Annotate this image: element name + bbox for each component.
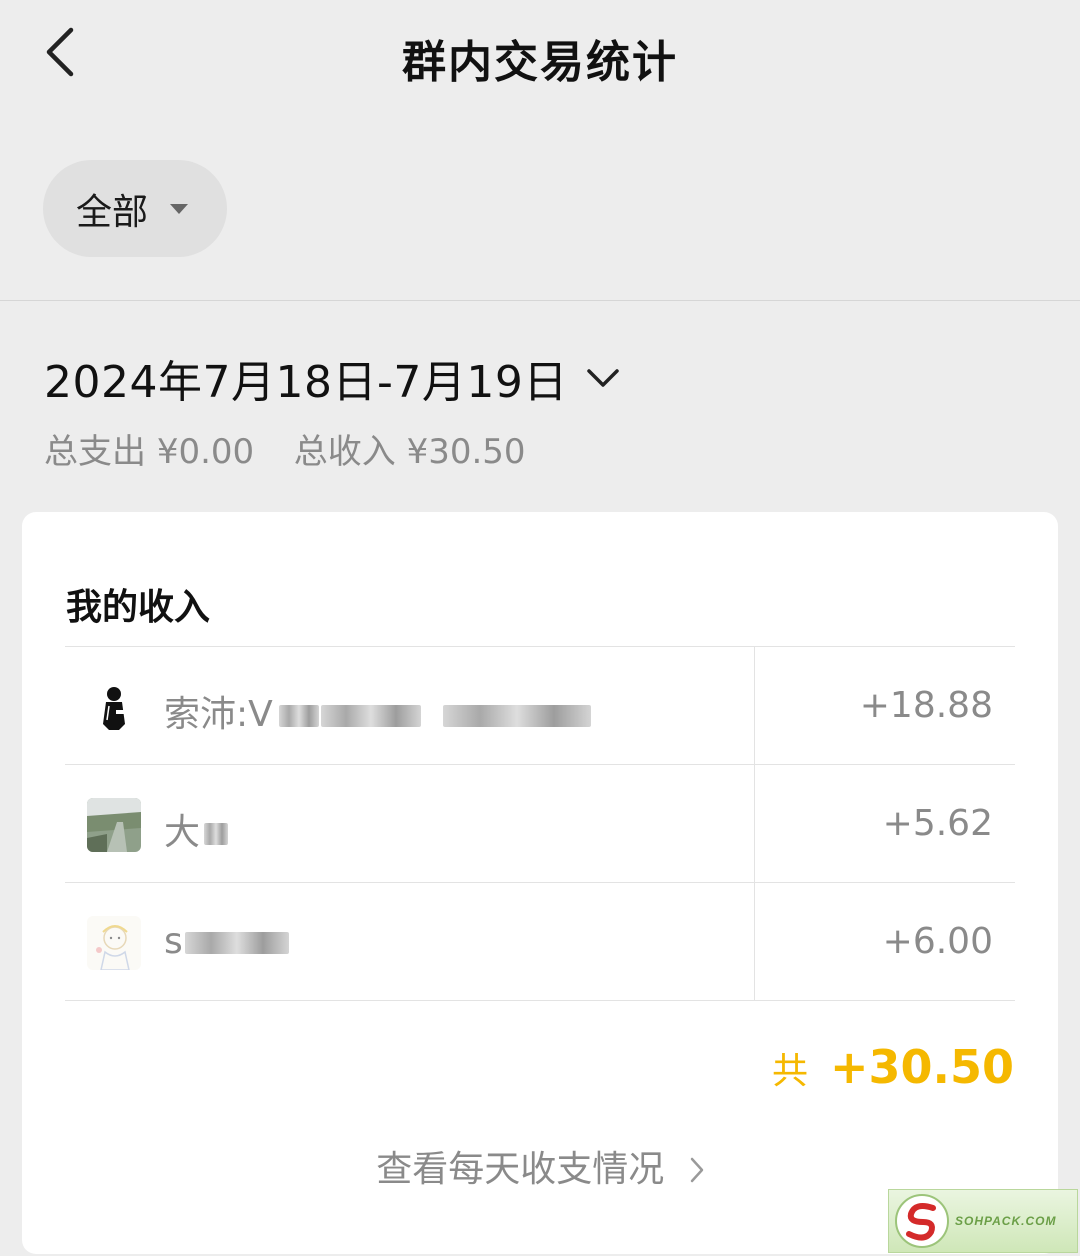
- avatar: [87, 680, 141, 734]
- site-logo: [895, 1194, 949, 1248]
- payer-name: 大: [164, 803, 229, 855]
- income-table: 索沛:V +18.88 大 +5.62 s +6.00: [65, 646, 1015, 1001]
- total-income-label: 总收入: [293, 432, 396, 472]
- top-bar: 群内交易统计: [0, 0, 1080, 110]
- payer-name-text: 索沛:V: [164, 694, 273, 735]
- view-daily-link[interactable]: 查看每天收支情况: [0, 1140, 1080, 1192]
- column-divider: [754, 883, 755, 1000]
- amount: +5.62: [882, 803, 993, 844]
- payer-name: s: [164, 921, 289, 962]
- total-expense-label: 总支出: [44, 432, 146, 472]
- redacted-block: [278, 705, 319, 727]
- watermark-text: SOHPACK.COM: [955, 1214, 1057, 1228]
- redacted-block: [184, 932, 289, 954]
- view-daily-link-label: 查看每天收支情况: [376, 1149, 665, 1190]
- date-range-selector[interactable]: 2024年7月18日-7月19日: [44, 346, 620, 410]
- column-divider: [754, 765, 755, 882]
- totals-summary: 总支出 ¥0.00 总收入 ¥30.50: [44, 424, 526, 473]
- payer-name: 索沛:V: [164, 685, 591, 737]
- caret-down-icon: [170, 203, 189, 214]
- income-sum: 共 +30.50: [772, 1040, 1014, 1094]
- divider: [0, 300, 1080, 301]
- sum-value: +30.50: [829, 1040, 1014, 1094]
- filter-label: 全部: [76, 191, 149, 233]
- sum-label: 共: [771, 1051, 808, 1092]
- amount: +6.00: [882, 921, 993, 962]
- date-range-text: 2024年7月18日-7月19日: [44, 357, 568, 408]
- redacted-block: [320, 705, 421, 727]
- total-expense-value: ¥0.00: [156, 432, 255, 472]
- table-row[interactable]: 大 +5.62: [65, 764, 1015, 882]
- watermark: SOHPACK.COM: [888, 1189, 1078, 1253]
- payer-name-text: s: [164, 921, 183, 962]
- card-title: 我的收入: [66, 587, 211, 628]
- total-income-value: ¥30.50: [406, 432, 526, 472]
- table-row[interactable]: 索沛:V +18.88: [65, 646, 1015, 764]
- chevron-right-icon: [690, 1151, 704, 1192]
- redacted-block: [204, 823, 229, 845]
- page-title: 群内交易统计: [402, 37, 678, 88]
- table-row[interactable]: s +6.00: [65, 882, 1015, 1001]
- column-divider: [754, 647, 755, 764]
- avatar: [87, 798, 141, 852]
- avatar: [87, 916, 141, 970]
- amount: +18.88: [859, 685, 993, 726]
- filter-dropdown[interactable]: 全部: [43, 160, 227, 257]
- redacted-block: [442, 705, 591, 727]
- payer-name-text: 大: [164, 812, 201, 853]
- chevron-down-icon: [586, 368, 620, 388]
